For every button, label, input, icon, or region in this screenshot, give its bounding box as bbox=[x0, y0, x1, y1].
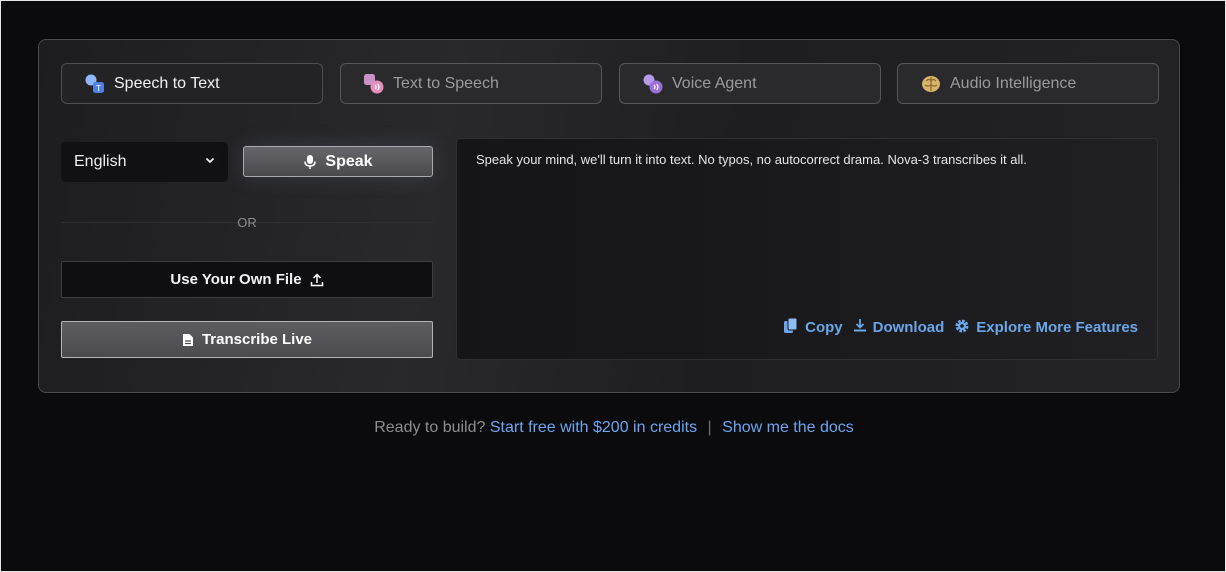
voice-agent-icon bbox=[642, 73, 664, 95]
text-to-speech-icon bbox=[363, 73, 385, 95]
footer-separator: | bbox=[707, 419, 712, 436]
page: T Speech to Text Text to Speech Voice Ag… bbox=[0, 0, 1226, 572]
tab-text-to-speech[interactable]: Text to Speech bbox=[340, 63, 602, 104]
tab-audio-intelligence[interactable]: Audio Intelligence bbox=[897, 63, 1159, 104]
language-select[interactable]: English bbox=[61, 142, 228, 182]
download-label: Download bbox=[872, 319, 945, 336]
tab-label: Text to Speech bbox=[393, 74, 499, 92]
tab-label: Speech to Text bbox=[114, 74, 220, 92]
or-label: OR bbox=[237, 215, 257, 230]
transcribe-live-label: Transcribe Live bbox=[201, 331, 313, 348]
speech-to-text-icon: T bbox=[84, 73, 106, 95]
explore-features-button[interactable]: Explore More Features bbox=[954, 318, 1138, 338]
document-icon bbox=[182, 333, 194, 347]
transcribe-live-button[interactable]: Transcribe Live bbox=[61, 321, 433, 358]
chevron-down-icon bbox=[204, 153, 216, 171]
explore-label: Explore More Features bbox=[976, 319, 1138, 336]
transcript-text: Speak your mind, we'll turn it into text… bbox=[476, 152, 1027, 167]
audio-intelligence-icon bbox=[920, 73, 942, 95]
tab-speech-to-text[interactable]: T Speech to Text bbox=[61, 63, 323, 104]
demo-panel: T Speech to Text Text to Speech Voice Ag… bbox=[38, 39, 1180, 393]
svg-text:T: T bbox=[95, 84, 101, 93]
footer-prompt: Ready to build? bbox=[374, 419, 486, 436]
gear-icon bbox=[954, 318, 970, 338]
speak-label: Speak bbox=[325, 152, 373, 170]
copy-label: Copy bbox=[805, 319, 843, 336]
speak-button[interactable]: Speak bbox=[243, 146, 433, 177]
tab-label: Audio Intelligence bbox=[950, 74, 1077, 92]
upload-icon bbox=[310, 272, 324, 287]
tab-voice-agent[interactable]: Voice Agent bbox=[619, 63, 881, 104]
output-actions: Copy Download Explore More Features bbox=[783, 317, 1138, 338]
microphone-icon bbox=[303, 154, 317, 170]
start-free-link[interactable]: Start free with $200 in credits bbox=[490, 419, 697, 436]
download-button[interactable]: Download bbox=[853, 318, 945, 337]
download-icon bbox=[853, 318, 867, 337]
tab-label: Voice Agent bbox=[672, 74, 757, 92]
upload-file-button[interactable]: Use Your Own File bbox=[61, 261, 433, 298]
copy-button[interactable]: Copy bbox=[783, 317, 843, 338]
footer-cta: Ready to build? Start free with $200 in … bbox=[1, 419, 1226, 437]
language-value: English bbox=[74, 153, 127, 170]
transcript-output: Speak your mind, we'll turn it into text… bbox=[456, 138, 1158, 360]
docs-link[interactable]: Show me the docs bbox=[722, 419, 854, 436]
copy-icon bbox=[783, 317, 799, 338]
upload-file-label: Use Your Own File bbox=[170, 271, 302, 288]
